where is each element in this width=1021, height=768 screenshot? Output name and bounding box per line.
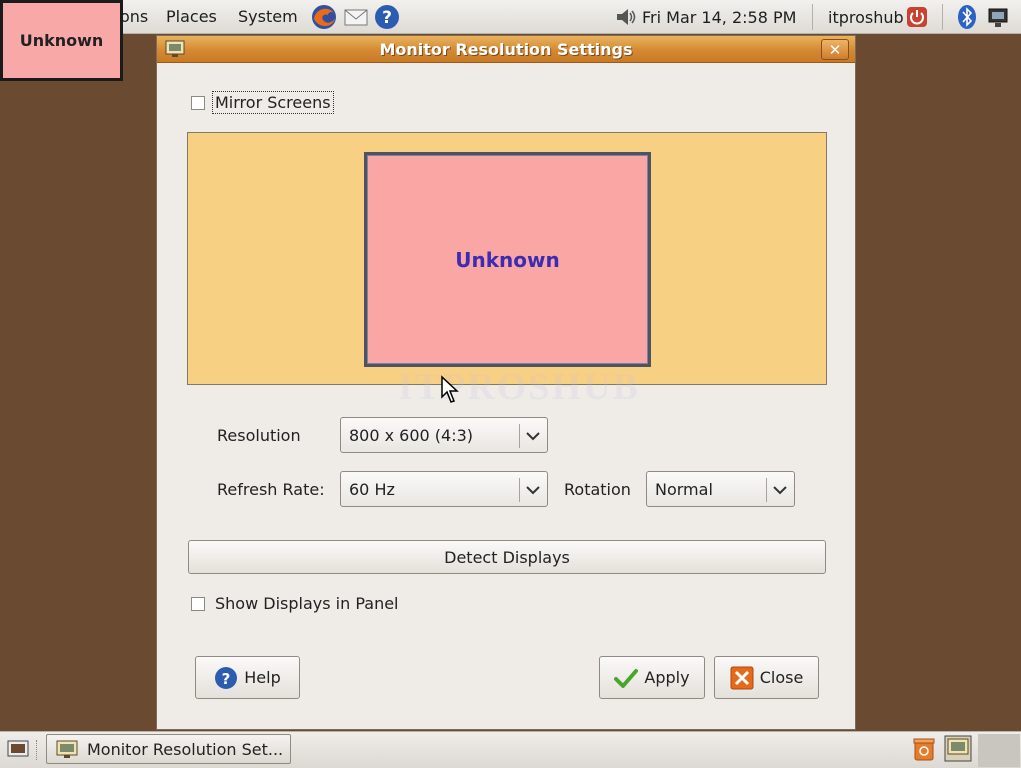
chevron-down-icon	[526, 486, 540, 495]
close-label: Close	[759, 668, 804, 687]
refresh-rate-select[interactable]: 60 Hz	[340, 471, 548, 507]
monitor-display-box[interactable]: Unknown	[364, 152, 651, 367]
panel-separator	[812, 4, 813, 30]
clock[interactable]: Fri Mar 14, 2:58 PM	[642, 8, 796, 27]
taskbar-window-label: Monitor Resolution Set...	[87, 740, 284, 759]
show-displays-label[interactable]: Show Displays in Panel	[215, 594, 399, 613]
checkmark-icon	[614, 668, 639, 688]
show-displays-checkbox[interactable]	[191, 597, 205, 611]
rotation-label: Rotation	[564, 480, 631, 499]
svg-text:?: ?	[382, 8, 392, 28]
chevron-down-icon	[773, 486, 787, 495]
detect-displays-button[interactable]: Detect Displays	[188, 540, 826, 574]
combo-separator	[766, 478, 767, 502]
top-panel: ons Places System ? Fri Mar 14, 2:58 PM …	[0, 0, 1021, 34]
rotation-select[interactable]: Normal	[646, 471, 795, 507]
close-icon: ✕	[828, 40, 842, 59]
applications-menu[interactable]: ons	[120, 7, 148, 26]
rotation-value: Normal	[655, 480, 713, 499]
close-window-button[interactable]: ✕	[821, 39, 849, 60]
monitor-arrangement-area[interactable]: Unknown ITPROSHUB	[187, 132, 827, 408]
monitor-icon	[56, 740, 78, 758]
help-icon: ?	[215, 666, 238, 689]
refresh-rate-value: 60 Hz	[349, 480, 395, 499]
mirror-screens-label[interactable]: Mirror Screens	[212, 91, 334, 114]
trash-icon[interactable]	[912, 736, 936, 762]
monitor-settings-dialog: Monitor Resolution Settings ✕ Mirror Scr…	[156, 35, 856, 730]
network-icon[interactable]	[986, 3, 1010, 31]
mouse-cursor-icon	[441, 375, 459, 403]
volume-icon[interactable]	[614, 3, 638, 31]
power-icon[interactable]	[906, 3, 928, 31]
svg-text:?: ?	[222, 670, 231, 688]
panel-separator	[942, 4, 943, 30]
mirror-screens-checkbox[interactable]	[191, 96, 205, 110]
close-button[interactable]: Close	[714, 656, 819, 699]
monitor-label: Unknown	[455, 247, 560, 272]
watermark: ITPROSHUB	[398, 366, 640, 408]
resolution-select[interactable]: 800 x 600 (4:3)	[340, 417, 548, 453]
resolution-label: Resolution	[217, 426, 301, 445]
close-icon	[730, 666, 754, 689]
help-icon[interactable]: ?	[373, 3, 401, 31]
workspace-switcher[interactable]	[978, 734, 1020, 767]
firefox-icon[interactable]	[310, 3, 338, 31]
show-desktop-icon[interactable]	[6, 738, 30, 760]
help-button[interactable]: ? Help	[195, 656, 300, 699]
dialog-title: Monitor Resolution Settings	[379, 40, 633, 59]
apply-button[interactable]: Apply	[599, 656, 705, 699]
combo-separator	[519, 478, 520, 502]
refresh-rate-label: Refresh Rate:	[217, 480, 325, 499]
overlay-label: Unknown	[19, 31, 104, 50]
chevron-down-icon	[526, 432, 540, 441]
detect-displays-label: Detect Displays	[444, 547, 570, 567]
bluetooth-icon[interactable]	[956, 3, 978, 31]
system-menu[interactable]: System	[238, 7, 298, 26]
unknown-display-overlay: Unknown	[0, 0, 123, 81]
bottom-panel: Monitor Resolution Set...	[0, 731, 1021, 768]
panel-handle	[36, 740, 39, 760]
dialog-titlebar[interactable]: Monitor Resolution Settings ✕	[157, 36, 855, 63]
places-menu[interactable]: Places	[166, 7, 217, 26]
user-name[interactable]: itproshub	[828, 8, 904, 27]
apply-label: Apply	[644, 668, 690, 687]
help-label: Help	[244, 668, 281, 687]
display-applet-icon[interactable]	[944, 735, 972, 762]
taskbar-window-button[interactable]: Monitor Resolution Set...	[46, 734, 291, 764]
resolution-value: 800 x 600 (4:3)	[349, 426, 474, 445]
combo-separator	[519, 424, 520, 448]
mail-icon[interactable]	[342, 3, 370, 31]
